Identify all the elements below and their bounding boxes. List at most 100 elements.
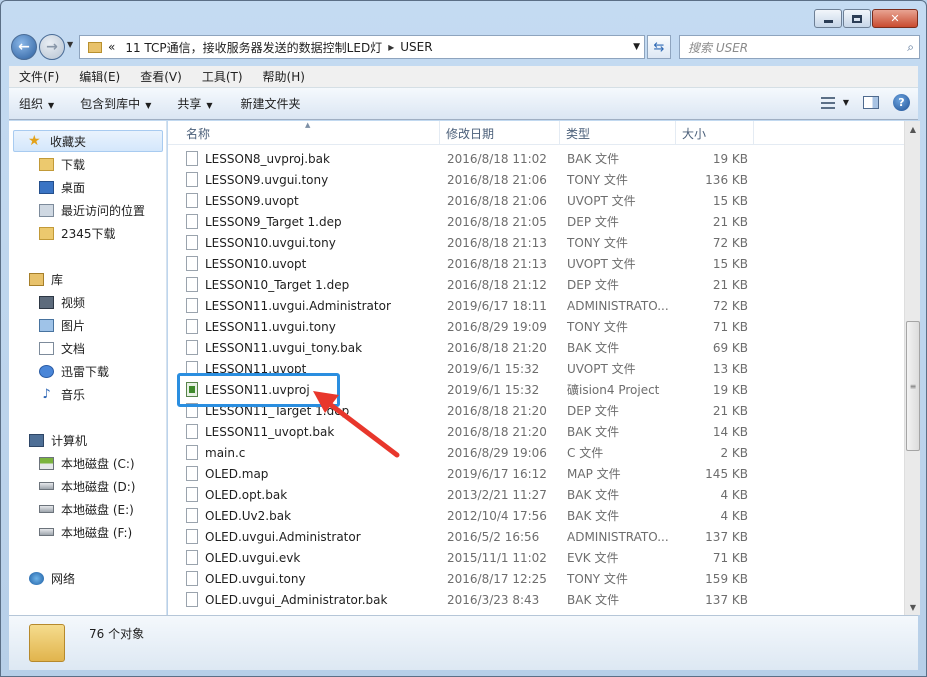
nav-libraries[interactable]: 库 xyxy=(29,268,63,290)
file-row[interactable]: OLED.map 2019/6/17 16:12 MAP 文件 145 KB xyxy=(168,463,754,484)
nav-item-label: 本地磁盘 (F:) xyxy=(61,525,133,540)
nav-item-xunlei[interactable]: 迅雷下载 xyxy=(39,360,109,382)
organize-button[interactable]: 组织 ▼ xyxy=(9,95,66,112)
file-name: main.c xyxy=(205,445,246,460)
navigation-pane: ★ 收藏夹 下载 桌面 最近访问的位置 2345下载 库 视频 图片 文档 迅雷… xyxy=(9,121,167,615)
search-placeholder: 搜索 USER xyxy=(688,40,749,55)
nav-favorites[interactable]: ★ 收藏夹 xyxy=(13,130,163,152)
file-type: ADMINISTRATO... xyxy=(567,298,669,313)
file-type: TONY 文件 xyxy=(567,320,628,334)
nav-drive-c[interactable]: 本地磁盘 (C:) xyxy=(39,452,135,474)
column-header-size[interactable]: 大小 xyxy=(676,121,754,145)
file-name-cell: LESSON11.uvgui.Administrator xyxy=(168,298,440,313)
file-row[interactable]: OLED.uvgui_Administrator.bak 2016/3/23 8:… xyxy=(168,589,754,610)
address-chevron[interactable]: « xyxy=(108,40,115,54)
network-icon xyxy=(29,571,44,585)
column-header-name[interactable]: 名称 ▲ xyxy=(168,121,440,145)
file-row[interactable]: LESSON10.uvgui.tony 2016/8/18 21:13 TONY 文… xyxy=(168,232,754,253)
file-row[interactable]: LESSON8_uvproj.bak 2016/8/18 11:02 BAK 文件 1… xyxy=(168,148,754,169)
file-date: 2016/8/18 21:13 xyxy=(447,235,547,250)
nav-item-videos[interactable]: 视频 xyxy=(39,291,85,313)
view-options-button[interactable]: ▼ xyxy=(820,96,849,109)
caption-buttons: ✕ xyxy=(813,9,918,28)
drive-icon xyxy=(39,482,54,490)
search-input[interactable]: 搜索 USER ⌕ xyxy=(679,35,920,59)
share-button[interactable]: 共享 ▼ xyxy=(163,95,224,112)
file-name: LESSON10_Target 1.dep xyxy=(205,277,350,292)
recent-pages-dropdown[interactable]: ▼ xyxy=(67,40,73,49)
file-type: UVOPT 文件 xyxy=(567,194,636,208)
nav-item-documents[interactable]: 文档 xyxy=(39,337,85,359)
file-row[interactable]: LESSON10.uvopt 2016/8/18 21:13 UVOPT 文件 15 … xyxy=(168,253,754,274)
menu-file[interactable]: 文件(F) xyxy=(9,68,69,85)
breadcrumb-parent[interactable]: 11 TCP通信，接收服务器发送的数据控制LED灯 xyxy=(125,39,382,56)
minimize-button[interactable] xyxy=(814,9,842,28)
column-type-label: 类型 xyxy=(566,126,591,141)
nav-computer-label: 计算机 xyxy=(51,433,88,448)
nav-item-pictures[interactable]: 图片 xyxy=(39,314,85,336)
view-list-icon xyxy=(820,96,835,109)
back-button[interactable]: ← xyxy=(11,34,37,60)
nav-item-recent[interactable]: 最近访问的位置 xyxy=(39,199,145,221)
search-icon[interactable]: ⌕ xyxy=(907,40,914,55)
nav-item-downloads[interactable]: 下载 xyxy=(39,153,85,175)
file-row[interactable]: LESSON10_Target 1.dep 2016/8/18 21:12 DEP … xyxy=(168,274,754,295)
file-row[interactable]: OLED.uvgui.tony 2016/8/17 12:25 TONY 文件 159… xyxy=(168,568,754,589)
refresh-button[interactable]: ⇆ xyxy=(647,35,671,59)
nav-drive-d[interactable]: 本地磁盘 (D:) xyxy=(39,475,135,497)
file-row[interactable]: OLED.uvgui.Administrator 2016/5/2 16:56 AD… xyxy=(168,526,754,547)
file-row[interactable]: LESSON9_Target 1.dep 2016/8/18 21:05 DEP 文… xyxy=(168,211,754,232)
file-row[interactable]: LESSON9.uvopt 2016/8/18 21:06 UVOPT 文件 15 K… xyxy=(168,190,754,211)
file-type: BAK 文件 xyxy=(567,152,620,166)
scroll-thumb[interactable]: ≡ xyxy=(906,321,920,451)
column-header-date[interactable]: 修改日期 xyxy=(440,121,560,145)
menu-help[interactable]: 帮助(H) xyxy=(253,68,315,85)
file-type: TONY 文件 xyxy=(567,572,628,586)
nav-item-music[interactable]: ♪ 音乐 xyxy=(39,383,85,405)
help-icon[interactable]: ? xyxy=(893,94,910,111)
file-size: 21 KB xyxy=(712,277,748,292)
file-row[interactable]: main.c 2016/8/29 19:06 C 文件 2 KB xyxy=(168,442,754,463)
file-name: LESSON9.uvgui.tony xyxy=(205,172,329,187)
file-size: 145 KB xyxy=(705,466,748,481)
file-name: OLED.opt.bak xyxy=(205,487,288,502)
address-dropdown-icon[interactable]: ▼ xyxy=(633,42,640,52)
nav-item-desktop[interactable]: 桌面 xyxy=(39,176,85,198)
file-row[interactable]: LESSON11.uvgui.Administrator 2019/6/17 18… xyxy=(168,295,754,316)
file-row[interactable]: LESSON11.uvgui_tony.bak 2016/8/18 21:20 BA… xyxy=(168,337,754,358)
nav-item-2345[interactable]: 2345下载 xyxy=(39,222,116,244)
column-header-type[interactable]: 类型 xyxy=(560,121,676,145)
file-type: BAK 文件 xyxy=(567,488,620,502)
scroll-up-arrow[interactable]: ▲ xyxy=(905,121,921,137)
file-type: BAK 文件 xyxy=(567,425,620,439)
vertical-scrollbar[interactable]: ▲ ≡ ▼ xyxy=(904,121,920,615)
nav-drive-f[interactable]: 本地磁盘 (F:) xyxy=(39,521,132,543)
nav-computer[interactable]: 计算机 xyxy=(29,429,87,451)
file-type: DEP 文件 xyxy=(567,215,619,229)
file-row[interactable]: LESSON11_uvopt.bak 2016/8/18 21:20 BAK 文件 1… xyxy=(168,421,754,442)
close-button[interactable]: ✕ xyxy=(872,9,918,28)
file-size: 19 KB xyxy=(712,151,748,166)
file-size: 137 KB xyxy=(705,592,748,607)
file-row[interactable]: OLED.uvgui.evk 2015/11/1 11:02 EVK 文件 71 KB xyxy=(168,547,754,568)
address-bar[interactable]: « 11 TCP通信，接收服务器发送的数据控制LED灯 ▸ USER ▼ xyxy=(79,35,645,59)
forward-button[interactable]: → xyxy=(39,34,65,60)
file-row[interactable]: OLED.Uv2.bak 2012/10/4 17:56 BAK 文件 4 KB xyxy=(168,505,754,526)
menu-view[interactable]: 查看(V) xyxy=(130,68,192,85)
scroll-down-arrow[interactable]: ▼ xyxy=(905,599,921,615)
nav-network[interactable]: 网络 xyxy=(29,567,75,589)
menu-tools[interactable]: 工具(T) xyxy=(192,68,253,85)
include-in-library-button[interactable]: 包含到库中 ▼ xyxy=(66,95,163,112)
file-name-cell: LESSON9_Target 1.dep xyxy=(168,214,440,229)
maximize-button[interactable] xyxy=(843,9,871,28)
file-row[interactable]: LESSON11.uvgui.tony 2016/8/29 19:09 TONY 文… xyxy=(168,316,754,337)
breadcrumb-separator[interactable]: ▸ xyxy=(388,40,394,54)
preview-pane-icon[interactable] xyxy=(863,96,879,109)
menu-edit[interactable]: 编辑(E) xyxy=(69,68,130,85)
file-row[interactable]: LESSON9.uvgui.tony 2016/8/18 21:06 TONY 文件… xyxy=(168,169,754,190)
breadcrumb-current[interactable]: USER xyxy=(400,40,432,54)
file-size: 136 KB xyxy=(705,172,748,187)
nav-drive-e[interactable]: 本地磁盘 (E:) xyxy=(39,498,134,520)
new-folder-button[interactable]: 新建文件夹 xyxy=(225,95,313,112)
file-row[interactable]: OLED.opt.bak 2013/2/21 11:27 BAK 文件 4 KB xyxy=(168,484,754,505)
